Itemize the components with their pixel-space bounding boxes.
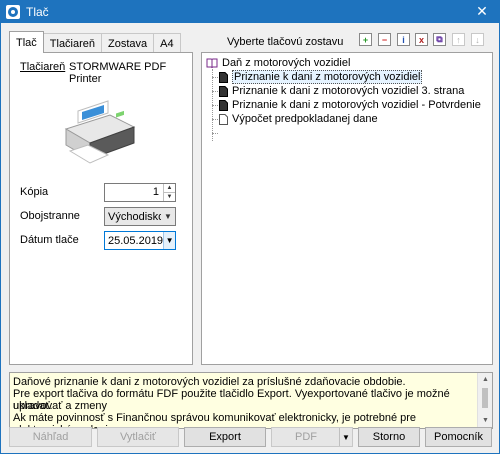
info-icon[interactable]: i	[397, 33, 410, 46]
chevron-down-icon[interactable]: ▼	[161, 212, 175, 221]
preview-button[interactable]: Náhľad	[9, 427, 92, 447]
copy-icon[interactable]: ⧉	[433, 33, 446, 46]
printer-label[interactable]: Tlačiareň	[20, 61, 65, 73]
increment-icon[interactable]: ▲	[164, 184, 175, 193]
print-tab-panel: Tlačiareň STORMWARE PDF Printer Kópia 1 …	[9, 52, 193, 365]
window-title: Tlač	[26, 4, 49, 19]
tree-item-label: Priznanie k dani z motorových vozidiel -…	[232, 99, 481, 111]
chevron-down-icon[interactable]: ▼	[163, 232, 175, 249]
description-line: Daňové priznanie k dani z motorových voz…	[13, 376, 406, 388]
close-icon: ✕	[476, 3, 488, 19]
tab-paper[interactable]: A4	[153, 33, 181, 53]
tab-strip: Tlač Tlačiareň Zostava A4	[9, 31, 181, 53]
tree-connector	[212, 133, 218, 134]
tree-item[interactable]: Výpočet predpokladanej dane	[219, 112, 378, 126]
tree-item-label: Výpočet predpokladanej dane	[232, 113, 378, 125]
scroll-thumb[interactable]	[482, 388, 488, 408]
chevron-down-icon[interactable]: ▼	[339, 428, 352, 446]
decrement-icon[interactable]: ▼	[164, 193, 175, 201]
duplex-select[interactable]: Východiskové ▼	[104, 207, 176, 226]
copies-value[interactable]: 1	[105, 184, 163, 201]
tree-item-label: Priznanie k dani z motorových vozidiel 3…	[232, 85, 465, 97]
tree-connector	[212, 77, 218, 78]
move-down-icon[interactable]: ↓	[471, 33, 484, 46]
tree-connector	[212, 119, 218, 120]
pdf-button[interactable]: PDF ▼	[271, 427, 353, 447]
tree-item-label: Priznanie k dani z motorových vozidiel	[232, 70, 423, 84]
tree-root[interactable]: Daň z motorových vozidiel	[206, 56, 350, 70]
report-tree[interactable]: Daň z motorových vozidiel Priznanie k da…	[201, 52, 493, 365]
tab-print[interactable]: Tlač	[9, 31, 44, 53]
document-icon	[219, 113, 228, 125]
move-up-icon[interactable]: ↑	[452, 33, 465, 46]
tree-item[interactable]: Priznanie k dani z motorových vozidiel 3…	[219, 84, 464, 98]
export-button[interactable]: Export	[184, 427, 266, 447]
tree-connector	[212, 105, 218, 106]
help-button[interactable]: Pomocník	[425, 427, 492, 447]
print-date-picker[interactable]: 25.05.2019 ▼	[104, 231, 176, 250]
report-header: Vyberte tlačovú zostavu + − i x ⧉ ↑ ↓	[201, 33, 493, 53]
duplex-label: Obojstranne	[20, 210, 80, 222]
copies-label: Kópia	[20, 186, 49, 198]
remove-icon[interactable]: −	[378, 33, 391, 46]
description-scrollbar[interactable]: ▲ ▼	[477, 373, 492, 428]
tab-printer[interactable]: Tlačiareň	[42, 33, 103, 53]
document-icon	[219, 71, 228, 83]
print-date-label: Dátum tlače	[20, 234, 79, 246]
tree-root-label: Daň z motorových vozidiel	[222, 57, 351, 69]
description-line: ukladať.	[13, 400, 53, 412]
printer-name: STORMWARE PDF Printer	[69, 61, 167, 85]
add-icon[interactable]: +	[359, 33, 372, 46]
title-bar: Tlač ✕	[0, 0, 500, 23]
print-button[interactable]: Vytlačiť	[97, 427, 179, 447]
dialog-body: Tlač Tlačiareň Zostava A4 Tlačiareň STOR…	[0, 23, 500, 454]
tree-item[interactable]: Priznanie k dani z motorových vozidiel -…	[219, 98, 481, 112]
book-icon	[206, 58, 218, 68]
app-icon	[6, 4, 20, 19]
print-date-value[interactable]: 25.05.2019	[105, 235, 163, 247]
tree-item[interactable]: Priznanie k dani z motorových vozidiel	[219, 70, 423, 84]
cancel-button[interactable]: Storno	[358, 427, 420, 447]
copies-stepper[interactable]: 1 ▲ ▼	[104, 183, 176, 202]
document-icon	[219, 85, 228, 97]
scroll-up-icon[interactable]: ▲	[478, 373, 492, 387]
close-button[interactable]: ✕	[464, 0, 500, 23]
scroll-down-icon[interactable]: ▼	[478, 414, 492, 428]
report-caption: Vyberte tlačovú zostavu	[227, 36, 344, 48]
duplex-value: Východiskové	[108, 210, 161, 223]
printer-icon	[64, 100, 136, 164]
tab-report[interactable]: Zostava	[101, 33, 155, 53]
pdf-button-label: PDF	[295, 431, 317, 443]
document-icon	[219, 99, 228, 111]
tree-connector	[212, 91, 218, 92]
document-x-icon[interactable]: x	[415, 33, 428, 46]
description-box: Daňové priznanie k dani z motorových voz…	[9, 372, 493, 429]
